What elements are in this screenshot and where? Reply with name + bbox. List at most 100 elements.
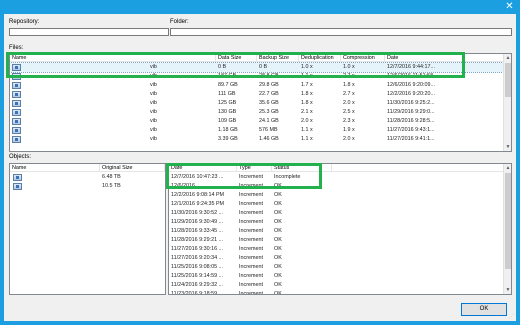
table-row[interactable]: 11/30/2016 9:30:52 ... Increment OK <box>169 209 511 218</box>
objects-list[interactable]: Name Original Size 6.48 TB 10.5 TB <box>9 163 166 295</box>
table-cell: 12/2/2016 9:08:14 PM <box>171 192 225 198</box>
objects-header: Name Original Size <box>10 164 165 172</box>
folder-field[interactable] <box>170 28 512 36</box>
table-cell: OK <box>274 228 282 234</box>
table-cell: 1.8 x <box>301 91 313 97</box>
table-cell: 1.8 x <box>343 82 355 88</box>
table-cell: 11/29/2016 9:30:49 ... <box>171 219 224 225</box>
table-cell: 35.6 GB <box>259 100 279 106</box>
table-cell: 2.7 x <box>343 91 355 97</box>
table-cell: 24.1 GB <box>259 118 279 124</box>
table-cell: OK <box>274 255 282 261</box>
table-cell: 11/30/2016 9:30:52 ... <box>171 210 224 216</box>
table-cell: 11/24/2016 9:29:32 ... <box>171 282 224 288</box>
table-cell: 1.1 x <box>301 127 313 133</box>
scroll-up-icon[interactable]: ▲ <box>504 54 511 62</box>
table-row[interactable]: vib 3.39 GB 1.46 GB 1.1 x 2.0 x 11/27/2016 9:… <box>10 135 511 144</box>
highlight-box-status <box>166 163 322 189</box>
folder-label: Folder: <box>170 19 189 25</box>
table-cell: Increment <box>239 228 263 234</box>
table-row[interactable]: 12/2/2016 9:08:14 PM Increment OK <box>169 191 511 200</box>
table-row[interactable]: 10.5 TB <box>10 182 165 191</box>
scroll-thumb[interactable] <box>505 173 511 269</box>
table-row[interactable]: vib 1.18 GB 576 MB 1.1 x 1.9 x 11/27/2016 9:4… <box>10 126 511 135</box>
table-cell: 12/2/2016 9:20:20... <box>387 91 435 97</box>
table-cell: OK <box>274 210 282 216</box>
table-cell: 109 GB <box>218 118 237 124</box>
repository-field[interactable] <box>9 28 169 36</box>
backup-file-icon <box>12 136 21 143</box>
backup-file-icon <box>12 91 21 98</box>
table-cell: Increment <box>239 210 263 216</box>
scroll-down-icon[interactable]: ▼ <box>504 286 511 294</box>
table-cell: Increment <box>239 291 263 295</box>
table-row[interactable]: vib 125 GB 35.6 GB 1.8 x 2.0 x 11/30/2016 9:2… <box>10 99 511 108</box>
object-icon <box>13 174 22 181</box>
table-cell: Increment <box>239 246 263 252</box>
scroll-down-icon[interactable]: ▼ <box>504 143 511 151</box>
table-row[interactable]: 11/27/2016 9:20:34 ... Increment OK <box>169 254 511 263</box>
table-cell: 130 GB <box>218 109 237 115</box>
table-cell: 1.46 GB <box>259 136 279 142</box>
table-cell: 2.3 x <box>343 118 355 124</box>
table-cell: 2.0 x <box>301 118 313 124</box>
table-cell: vib <box>150 91 157 97</box>
ok-button[interactable]: OK <box>461 303 507 316</box>
table-cell: Increment <box>239 192 263 198</box>
table-row[interactable]: 11/25/2016 9:08:05 ... Increment OK <box>169 263 511 272</box>
table-cell: 2.0 x <box>343 100 355 106</box>
dialog-window: ✕ Repository: Folder: Files: Name Data Si… <box>0 0 520 325</box>
scroll-thumb[interactable] <box>505 63 511 97</box>
backup-file-icon <box>12 100 21 107</box>
table-cell: 10.5 TB <box>102 183 121 189</box>
table-cell: OK <box>274 273 282 279</box>
table-row[interactable]: vib 109 GB 24.1 GB 2.0 x 2.3 x 11/28/2016 9:2… <box>10 117 511 126</box>
table-cell: 2.5 x <box>343 109 355 115</box>
table-cell: Increment <box>239 273 263 279</box>
close-icon[interactable]: ✕ <box>504 1 515 12</box>
table-cell: 11/25/2016 9:08:05 ... <box>171 264 224 270</box>
column-header[interactable]: Name <box>10 164 100 172</box>
table-row[interactable]: 11/28/2016 9:29:21 ... Increment OK <box>169 236 511 245</box>
table-row[interactable]: 11/28/2016 9:33:45 ... Increment OK <box>169 227 511 236</box>
table-cell: vib <box>150 118 157 124</box>
resize-grip-icon[interactable]: ⋰ <box>509 314 515 320</box>
table-cell: 111 GB <box>218 91 236 97</box>
table-row[interactable]: 6.48 TB <box>10 173 165 182</box>
table-cell: 12/6/2016 9:20:09... <box>387 82 435 88</box>
history-scrollbar[interactable]: ▲ ▼ <box>503 164 511 294</box>
table-cell: 89.7 GB <box>218 82 238 88</box>
scroll-up-icon[interactable]: ▲ <box>504 164 511 172</box>
table-row[interactable]: 11/27/2016 9:30:16 ... Increment OK <box>169 245 511 254</box>
objects-label: Objects: <box>9 154 32 160</box>
table-row[interactable]: vib 130 GB 25.3 GB 2.1 x 2.5 x 11/29/2016 9:2… <box>10 108 511 117</box>
table-cell: OK <box>274 219 282 225</box>
table-cell: vib <box>150 100 157 106</box>
table-cell <box>10 173 100 182</box>
table-cell: 11/28/2016 9:29:21 ... <box>171 237 224 243</box>
table-cell: 25.3 GB <box>259 109 279 115</box>
files-label: Files: <box>9 45 24 51</box>
table-cell: 125 GB <box>218 100 237 106</box>
table-cell: 6.48 TB <box>102 174 121 180</box>
table-row[interactable]: 11/24/2016 9:29:32 ... Increment OK <box>169 281 511 290</box>
table-cell: 11/28/2016 9:33:45 ... <box>171 228 224 234</box>
table-row[interactable]: 12/1/2016 9:24:35 PM Increment OK <box>169 200 511 209</box>
highlight-box-files <box>6 52 465 78</box>
table-row[interactable]: 11/29/2016 9:30:49 ... Increment OK <box>169 218 511 227</box>
backup-file-icon <box>12 109 21 116</box>
table-cell: Increment <box>239 282 263 288</box>
table-cell: 2.1 x <box>301 109 313 115</box>
table-row[interactable]: vib 89.7 GB 29.8 GB 1.7 x 1.8 x 12/6/2016 9:2… <box>10 81 511 90</box>
table-cell <box>10 182 100 191</box>
table-cell: OK <box>274 282 282 288</box>
table-row[interactable]: vib 111 GB 22.7 GB 1.8 x 2.7 x 12/2/2016 9:20… <box>10 90 511 99</box>
table-row[interactable]: 11/23/2016 9:18:59 ... Increment OK <box>169 290 511 295</box>
files-scrollbar[interactable]: ▲ ▼ <box>503 54 511 151</box>
title-bar[interactable]: ✕ <box>0 0 520 14</box>
column-header[interactable]: Original Size <box>100 164 165 172</box>
table-cell: vib <box>150 82 157 88</box>
repository-label: Repository: <box>9 19 40 25</box>
table-cell: 1.8 x <box>301 100 313 106</box>
table-row[interactable]: 11/25/2016 9:14:59 ... Increment OK <box>169 272 511 281</box>
